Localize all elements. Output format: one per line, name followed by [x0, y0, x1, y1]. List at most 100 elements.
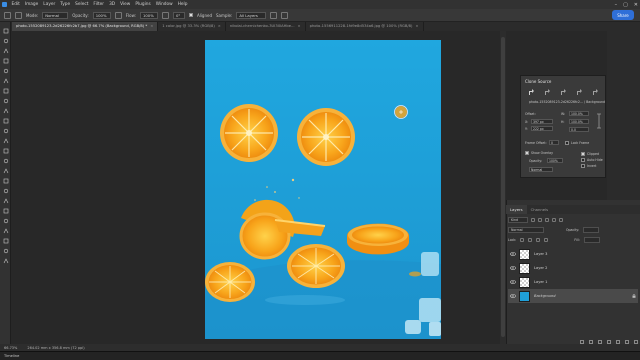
zoom-level[interactable]: 66.73%	[4, 346, 17, 350]
sample-select[interactable]: All Layers	[236, 11, 267, 19]
lock-frame-checkbox[interactable]	[565, 141, 569, 145]
delete-layer-icon[interactable]	[634, 339, 638, 344]
menu-item-plugins[interactable]: Plugins	[133, 2, 153, 7]
angle-field[interactable]: 0°	[172, 11, 185, 19]
layer-name[interactable]: Background	[534, 294, 556, 298]
document-tab[interactable]: 1 color.jpg @ 33.3% (RGB/8) ×	[158, 22, 226, 31]
lock-transparent-icon[interactable]	[520, 237, 525, 242]
rectangle-tool-icon[interactable]	[2, 207, 9, 214]
foreground-color-tool-icon[interactable]	[2, 247, 9, 254]
overlay-mode-select[interactable]: Normal	[529, 167, 553, 172]
document-canvas[interactable]	[205, 40, 441, 339]
menu-item-3d[interactable]: 3D	[107, 2, 118, 7]
pressure-size-icon[interactable]	[281, 11, 289, 19]
blur-tool-icon[interactable]	[2, 157, 9, 164]
zoom-tool-icon[interactable]	[2, 227, 9, 234]
height-scale-field[interactable]: 100.0%	[569, 119, 589, 124]
layer-opacity-field[interactable]	[583, 226, 600, 233]
close-tab-icon[interactable]: ×	[415, 24, 418, 28]
quick-select-tool-icon[interactable]	[2, 57, 9, 64]
y-offset-field[interactable]: 222 px	[531, 126, 553, 131]
document-tab[interactable]: photo-1556911228-1fd9e8d534a6.jpg @ 100%…	[306, 22, 424, 31]
pressure-opacity-icon[interactable]	[114, 11, 122, 19]
clone-source-1-icon[interactable]	[527, 89, 536, 96]
layer-name[interactable]: Layer 1	[534, 280, 547, 284]
history-brush-tool-icon[interactable]	[2, 127, 9, 134]
healing-brush-tool-icon[interactable]	[2, 97, 9, 104]
layer-name[interactable]: Layer 2	[534, 266, 547, 270]
pen-tool-icon[interactable]	[2, 177, 9, 184]
adjustment-layer-icon[interactable]	[607, 339, 611, 344]
visibility-eye-icon[interactable]	[510, 294, 516, 298]
clipped-checkbox[interactable]	[581, 152, 585, 156]
width-scale-field[interactable]: 100.0%	[569, 111, 589, 116]
close-icon[interactable]: ✕	[634, 2, 638, 8]
add-mask-icon[interactable]	[598, 339, 602, 344]
menu-item-image[interactable]: Image	[22, 2, 40, 7]
angle-field[interactable]: 0.0	[569, 127, 589, 132]
clone-stamp-preset-icon[interactable]	[4, 11, 11, 19]
layer-row-layer-1[interactable]: Layer 1	[508, 275, 638, 289]
visibility-eye-icon[interactable]	[510, 280, 516, 284]
clone-source-3-icon[interactable]	[559, 89, 568, 96]
filter-smart-object-icon[interactable]	[559, 217, 563, 222]
layer-row-layer-2[interactable]: Layer 2	[508, 261, 638, 275]
menu-item-filter[interactable]: Filter	[91, 2, 107, 7]
overlay-opacity-field[interactable]: 100%	[547, 158, 563, 163]
quick-mask-tool-icon[interactable]	[2, 257, 9, 264]
fill-field[interactable]	[583, 236, 600, 243]
ignore-adjustment-layers-icon[interactable]	[270, 11, 278, 19]
marquee-tool-icon[interactable]	[2, 37, 9, 44]
dodge-tool-icon[interactable]	[2, 167, 9, 174]
app-menu-icon[interactable]	[2, 2, 7, 7]
visibility-eye-icon[interactable]	[510, 266, 516, 270]
more-tools-tool-icon[interactable]	[2, 237, 9, 244]
lock-all-icon[interactable]	[544, 237, 549, 242]
gradient-tool-icon[interactable]	[2, 147, 9, 154]
filter-shape-icon[interactable]	[552, 217, 556, 222]
menu-item-window[interactable]: Window	[153, 2, 175, 7]
visibility-eye-icon[interactable]	[510, 252, 516, 256]
clone-source-5-icon[interactable]	[591, 89, 600, 96]
lasso-tool-icon[interactable]	[2, 47, 9, 54]
brush-settings-icon[interactable]	[15, 11, 22, 19]
x-offset-field[interactable]: 397 px	[531, 119, 553, 124]
hand-tool-icon[interactable]	[2, 217, 9, 224]
lock-position-icon[interactable]	[536, 237, 541, 242]
clone-stamp-tool-icon[interactable]	[2, 117, 9, 124]
maximize-icon[interactable]: ▢	[623, 2, 628, 8]
clone-source-2-icon[interactable]	[543, 89, 552, 96]
menu-item-edit[interactable]: Edit	[9, 2, 22, 7]
layer-filter-kind[interactable]: Kind	[508, 216, 528, 223]
close-tab-icon[interactable]: ×	[218, 24, 221, 28]
brush-tool-icon[interactable]	[2, 107, 9, 114]
reset-transform-icon[interactable]	[595, 112, 603, 130]
clone-source-4-icon[interactable]	[575, 89, 584, 96]
menu-item-select[interactable]: Select	[73, 2, 91, 7]
link-layers-icon[interactable]	[580, 339, 584, 344]
filter-type-icon[interactable]	[545, 217, 549, 222]
blend-mode-select[interactable]: Normal	[508, 226, 544, 233]
opacity-field[interactable]: 100%	[92, 11, 111, 19]
layer-style-icon[interactable]	[589, 339, 593, 344]
show-overlay-checkbox[interactable]	[525, 151, 529, 155]
menu-item-view[interactable]: View	[118, 2, 133, 7]
menu-item-layer[interactable]: Layer	[41, 2, 58, 7]
scroll-thumb[interactable]	[501, 37, 505, 337]
eyedropper-tool-icon[interactable]	[2, 87, 9, 94]
new-layer-icon[interactable]	[625, 339, 629, 344]
type-tool-icon[interactable]	[2, 187, 9, 194]
path-select-tool-icon[interactable]	[2, 197, 9, 204]
layer-row-background[interactable]: Background	[508, 289, 638, 303]
document-tab[interactable]: photo-1552089123-2d26226fc2b7.jpg @ 66.7…	[12, 22, 159, 31]
frame-offset-field[interactable]: 0	[549, 140, 559, 145]
timeline-label[interactable]: Timeline	[4, 354, 19, 358]
tab-channels[interactable]: Channels	[527, 205, 553, 214]
airbrush-icon[interactable]	[161, 11, 169, 19]
layer-row-layer-3[interactable]: Layer 3	[508, 247, 638, 261]
eraser-tool-icon[interactable]	[2, 137, 9, 144]
crop-tool-icon[interactable]	[2, 67, 9, 74]
aligned-checkbox[interactable]	[188, 13, 193, 17]
filter-pixel-icon[interactable]	[531, 217, 535, 222]
menu-item-type[interactable]: Type	[58, 2, 73, 7]
